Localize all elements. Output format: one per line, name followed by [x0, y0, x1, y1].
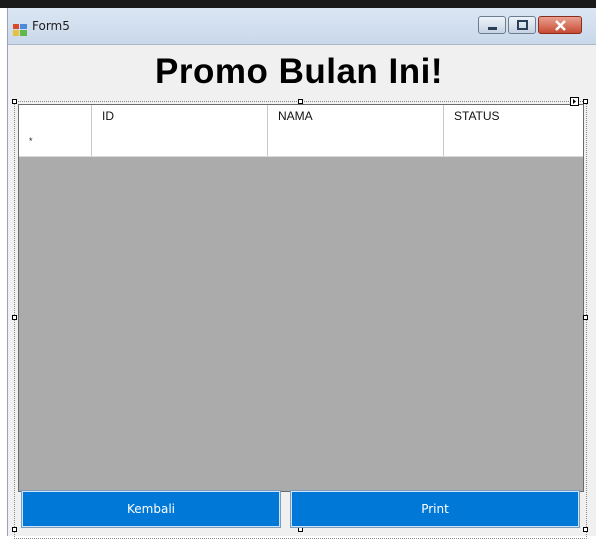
resize-handle-top[interactable] [298, 99, 303, 104]
resize-handle-right[interactable] [583, 315, 588, 320]
smart-tag-icon[interactable] [570, 97, 579, 106]
close-button[interactable] [538, 16, 582, 34]
resize-handle-bottom-right[interactable] [583, 527, 588, 532]
data-grid[interactable]: ID NAMA STATUS * [18, 104, 584, 492]
minimize-button[interactable] [478, 16, 506, 34]
column-header-id[interactable]: ID [92, 105, 268, 127]
screen-top-edge [0, 0, 596, 8]
maximize-icon [517, 20, 528, 30]
minimize-icon [488, 27, 497, 30]
page-heading: Promo Bulan Ini! [155, 52, 443, 91]
resize-handle-left[interactable] [12, 315, 17, 320]
cell-id[interactable] [92, 127, 268, 156]
row-header-corner[interactable] [19, 105, 92, 127]
new-row-marker[interactable]: * [19, 127, 92, 156]
column-header-status[interactable]: STATUS [444, 105, 583, 127]
maximize-button[interactable] [508, 16, 536, 34]
cell-status[interactable] [444, 127, 583, 156]
resize-handle-top-left[interactable] [12, 99, 17, 104]
cell-nama[interactable] [268, 127, 444, 156]
resize-handle-bottom-left[interactable] [12, 527, 17, 532]
app-icon [13, 21, 27, 36]
print-button[interactable]: Print [290, 490, 580, 528]
grid-header-row: ID NAMA STATUS [19, 105, 583, 128]
column-header-nama[interactable]: NAMA [268, 105, 444, 127]
resize-handle-bottom[interactable] [298, 527, 303, 532]
title-bar[interactable]: Form5 [8, 8, 596, 45]
window-title: Form5 [32, 19, 70, 33]
kembali-button[interactable]: Kembali [21, 490, 281, 528]
close-icon [555, 20, 566, 31]
resize-handle-top-right[interactable] [583, 99, 588, 104]
form-window: Form5 Promo Bulan Ini! ID NAMA STATUS * [7, 8, 596, 539]
table-row[interactable]: * [19, 127, 583, 157]
